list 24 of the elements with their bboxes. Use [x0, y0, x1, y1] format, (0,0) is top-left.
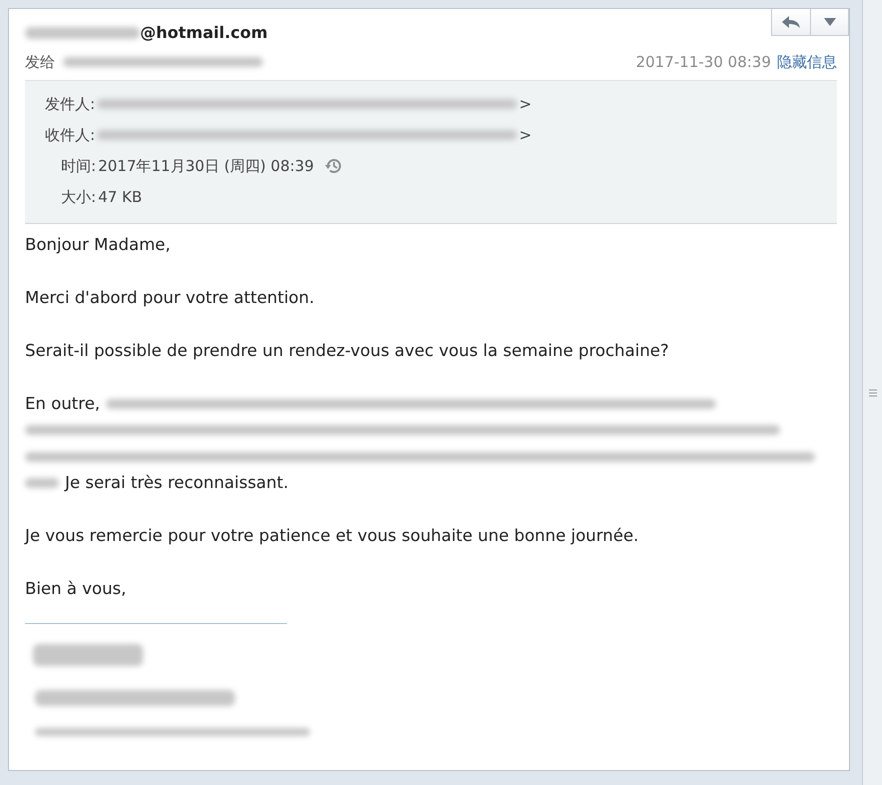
body-text: Je serai très reconnaissant. — [65, 472, 288, 494]
date-text: 2017-11-30 08:39 — [636, 52, 771, 73]
reply-arrow-icon — [781, 15, 801, 29]
field-value: 47 KB — [98, 186, 142, 208]
address-text: > — [519, 94, 532, 115]
caret-icon — [824, 18, 836, 26]
recipient-label: 发给 — [25, 52, 55, 73]
redacted-text — [25, 478, 59, 488]
body-paragraph: Bien à vous, — [25, 578, 128, 600]
body-paragraph: Serait-il possible de prendre un rendez-vous avec vous la semaine prochaine? — [25, 340, 670, 362]
field-label: 发件人: — [45, 94, 96, 115]
scroll-grip-icon[interactable] — [868, 388, 876, 398]
field-value: 2017年11月30日 (周四) 08:39 — [98, 156, 314, 177]
hide-details-link[interactable]: 隐藏信息 — [777, 51, 837, 74]
body-paragraph: Je vous remercie pour votre patience et vous souhaite une bonne journée. — [25, 525, 640, 547]
field-label: 收件人: — [45, 124, 96, 146]
body-text: En outre, — [25, 392, 100, 414]
body-paragraph: Bonjour Madame, — [25, 234, 172, 256]
field-label: 大小: — [61, 186, 96, 208]
address-text: > — [519, 124, 532, 146]
sender-address: @hotmail.com — [140, 22, 268, 44]
history-icon[interactable] — [324, 156, 344, 176]
field-label: 时间: — [61, 156, 96, 177]
body-paragraph: Merci d'abord pour votre attention. — [25, 286, 316, 308]
